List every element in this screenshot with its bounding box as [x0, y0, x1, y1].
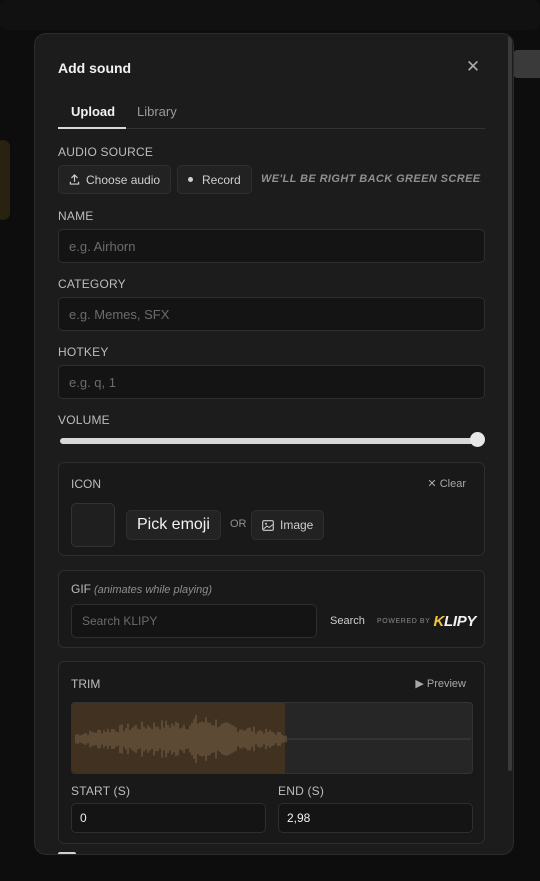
- end-label: END (S): [278, 784, 325, 798]
- powered-by-text: POWERED BY: [377, 618, 431, 625]
- image-label: Image: [280, 518, 314, 532]
- gif-label: GIF (animates while playing): [71, 582, 212, 596]
- or-separator: OR: [230, 518, 247, 530]
- category-label: CATEGORY: [58, 277, 126, 291]
- selected-file-name: WE'LL BE RIGHT BACK GREEN SCREEN....: [261, 173, 481, 185]
- tab-upload[interactable]: Upload: [71, 104, 115, 119]
- record-dot-icon: [188, 177, 193, 182]
- volume-label: VOLUME: [58, 413, 110, 427]
- trim-end-input[interactable]: [278, 803, 473, 833]
- image-button[interactable]: Image: [251, 510, 325, 540]
- tab-bar: Upload Library: [58, 98, 485, 129]
- clear-label: Clear: [439, 478, 466, 490]
- close-button[interactable]: ✕: [464, 58, 482, 76]
- pick-emoji-button[interactable]: Pick emoji: [126, 510, 221, 540]
- powered-by-klipy: POWERED BY KLIPY: [377, 613, 476, 630]
- volume-slider-track[interactable]: [60, 438, 479, 444]
- preview-label: Preview: [426, 678, 466, 690]
- klipy-logo: KLIPY: [433, 613, 477, 630]
- scrollbar[interactable]: [507, 34, 513, 854]
- trim-label: TRIM: [71, 677, 101, 691]
- preview-button[interactable]: ▶ Preview: [415, 677, 466, 690]
- start-label: START (S): [71, 784, 131, 798]
- next-checkbox-peek[interactable]: [58, 852, 76, 854]
- name-label: NAME: [58, 209, 94, 223]
- backdrop-button: [512, 50, 540, 78]
- name-input[interactable]: [58, 229, 485, 263]
- scrollbar-thumb[interactable]: [508, 36, 512, 771]
- volume-slider-thumb[interactable]: [470, 432, 485, 447]
- add-sound-dialog: Add sound ✕ Upload Library AUDIO SOURCE …: [34, 33, 514, 855]
- active-tab-indicator: [58, 127, 126, 129]
- close-icon: ✕: [465, 57, 481, 76]
- tab-library[interactable]: Library: [137, 104, 177, 119]
- upload-icon: [69, 174, 80, 185]
- gif-search-input[interactable]: [71, 604, 317, 638]
- gif-hint: (animates while playing): [94, 584, 212, 596]
- choose-audio-button[interactable]: Choose audio: [58, 165, 172, 194]
- backdrop-top: [0, 0, 540, 30]
- trim-section: TRIM ▶ Preview START (S) END (S): [58, 661, 485, 844]
- gif-title: GIF: [71, 582, 91, 596]
- category-input[interactable]: [58, 297, 485, 331]
- hotkey-input[interactable]: [58, 365, 485, 399]
- backdrop-thumbnail: [0, 140, 10, 220]
- icon-preview[interactable]: [71, 503, 115, 547]
- play-icon: ▶: [415, 678, 424, 690]
- record-button[interactable]: Record: [177, 165, 252, 194]
- trim-start-input[interactable]: [71, 803, 266, 833]
- choose-audio-label: Choose audio: [86, 172, 161, 187]
- hotkey-label: HOTKEY: [58, 345, 109, 359]
- image-icon: [262, 519, 274, 531]
- waveform: [75, 715, 471, 763]
- icon-section: ICON ✕ Clear Pick emoji OR Image: [58, 462, 485, 556]
- audio-source-label: AUDIO SOURCE: [58, 145, 154, 159]
- clear-icon-button[interactable]: ✕ Clear: [427, 477, 466, 490]
- gif-search-button[interactable]: Search: [330, 615, 365, 627]
- dialog-title: Add sound: [58, 60, 132, 76]
- waveform-editor[interactable]: [71, 702, 473, 774]
- x-icon: ✕: [427, 478, 437, 490]
- icon-label: ICON: [71, 477, 101, 491]
- record-label: Record: [202, 172, 241, 187]
- gif-section: GIF(animates while playing) Search POWER…: [58, 570, 485, 648]
